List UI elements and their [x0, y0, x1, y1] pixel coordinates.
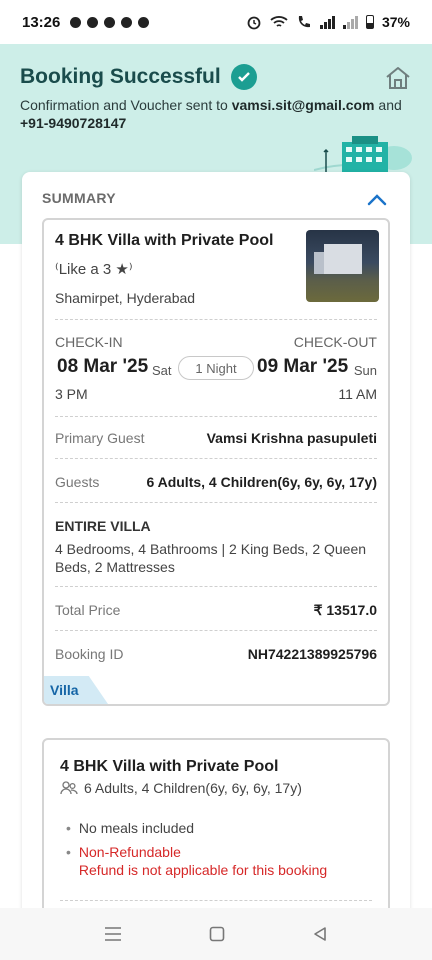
confirmation-text: Confirmation and Voucher sent to vamsi.s…: [20, 96, 420, 132]
battery-percent: 37%: [381, 14, 410, 30]
checkin-day: Sat: [152, 363, 172, 378]
checkout-day: Sun: [353, 363, 377, 378]
total-price-value: ₹ 13517.0: [313, 602, 377, 618]
menu-icon[interactable]: [104, 926, 122, 942]
nights-badge: 1 Night: [178, 356, 254, 380]
meals-item: • No meals included: [66, 820, 194, 836]
photo-building: [324, 244, 362, 274]
system-icons: 37%: [246, 14, 410, 30]
primary-guest-label: Primary Guest: [55, 430, 145, 446]
app-icon: [104, 16, 116, 28]
divider: [55, 458, 377, 459]
home-button-icon[interactable]: [209, 926, 225, 942]
booking-id-label: Booking ID: [55, 646, 124, 662]
app-icon: [87, 16, 99, 28]
property-type-tag: Villa: [44, 676, 108, 704]
refund-note: Refund is not applicable for this bookin…: [78, 862, 328, 878]
total-price-label: Total Price: [55, 602, 121, 618]
status-time: 13:26: [22, 13, 61, 31]
divider: [55, 502, 377, 503]
page-title: Booking Successful: [20, 65, 221, 88]
checkin-label: CHECK-IN: [55, 334, 123, 350]
notification-icons: [70, 16, 150, 28]
villa-description: 4 Bedrooms, 4 Bathrooms | 2 King Beds, 2…: [55, 541, 367, 575]
room-name: 4 BHK Villa with Private Pool: [60, 758, 279, 775]
property-name: 4 BHK Villa with Private Pool: [55, 232, 274, 249]
bullet-dot: •: [66, 820, 71, 836]
chevron-up-icon[interactable]: [366, 190, 388, 210]
refund-item: • Non-Refundable Refund is not applicabl…: [66, 844, 327, 878]
guests-icon: [60, 781, 78, 795]
room-guests: 6 Adults, 4 Children(6y, 6y, 6y, 17y): [60, 780, 302, 796]
checkout-time: 11 AM: [338, 386, 377, 402]
call-icon: [298, 16, 310, 28]
property-photo[interactable]: [306, 230, 379, 302]
star-icon: ★⁾: [111, 261, 133, 278]
rating: ⁽Like a 3 ★⁾: [55, 260, 133, 278]
checkout-date: 09 Mar '25: [257, 356, 349, 377]
checkin-time: 3 PM: [55, 386, 88, 402]
message-icon: [138, 16, 150, 28]
app-icon: [121, 16, 133, 28]
meals-text: No meals included: [78, 820, 195, 836]
checkin-date: 08 Mar '25: [57, 356, 149, 377]
divider: [55, 586, 377, 587]
bullet-dot: •: [66, 844, 71, 860]
booking-id-value: NH74221389925796: [247, 646, 377, 662]
rating-label: Like a 3: [58, 261, 112, 278]
divider: [55, 630, 377, 631]
summary-heading: SUMMARY: [42, 190, 116, 206]
primary-guest-value: Vamsi Krishna pasupuleti: [206, 430, 377, 446]
property-location: Shamirpet, Hyderabad: [55, 290, 196, 306]
divider: [60, 900, 372, 901]
refund-title: Non-Refundable: [78, 844, 181, 860]
confirmation-email: vamsi.sit@gmail.com: [231, 97, 375, 113]
alarm-icon: [247, 16, 261, 30]
booking-details: 4 BHK Villa with Private Pool ⁽Like a 3 …: [42, 218, 390, 706]
building-illustration: [314, 136, 412, 172]
confirmation-connector: and: [378, 97, 402, 113]
status-bar: 13:26 37%: [0, 0, 432, 44]
summary-card: SUMMARY 4 BHK Villa with Private Pool ⁽L…: [22, 172, 410, 938]
confirmation-phone: +91-9490728147: [20, 115, 127, 131]
guests-label: Guests: [55, 474, 100, 490]
signal-icon: [319, 15, 335, 29]
room-guests-text: 6 Adults, 4 Children(6y, 6y, 6y, 17y): [84, 780, 302, 796]
divider: [55, 416, 377, 417]
check-icon: [230, 64, 257, 90]
battery-icon: [365, 15, 374, 29]
signal-icon-2: [342, 15, 358, 29]
title-row: Booking Successful: [20, 64, 257, 90]
home-icon[interactable]: [384, 64, 412, 92]
divider: [55, 319, 377, 320]
guests-value: 6 Adults, 4 Children(6y, 6y, 6y, 17y): [146, 474, 377, 490]
wifi-icon: [270, 16, 288, 27]
chat-icon: [70, 16, 82, 28]
checkout-label: CHECK-OUT: [293, 334, 377, 350]
system-navigation-bar: [0, 908, 432, 960]
back-icon[interactable]: [312, 926, 328, 942]
villa-heading: ENTIRE VILLA: [55, 518, 151, 534]
confirmation-prefix: Confirmation and Voucher sent to: [20, 97, 228, 113]
